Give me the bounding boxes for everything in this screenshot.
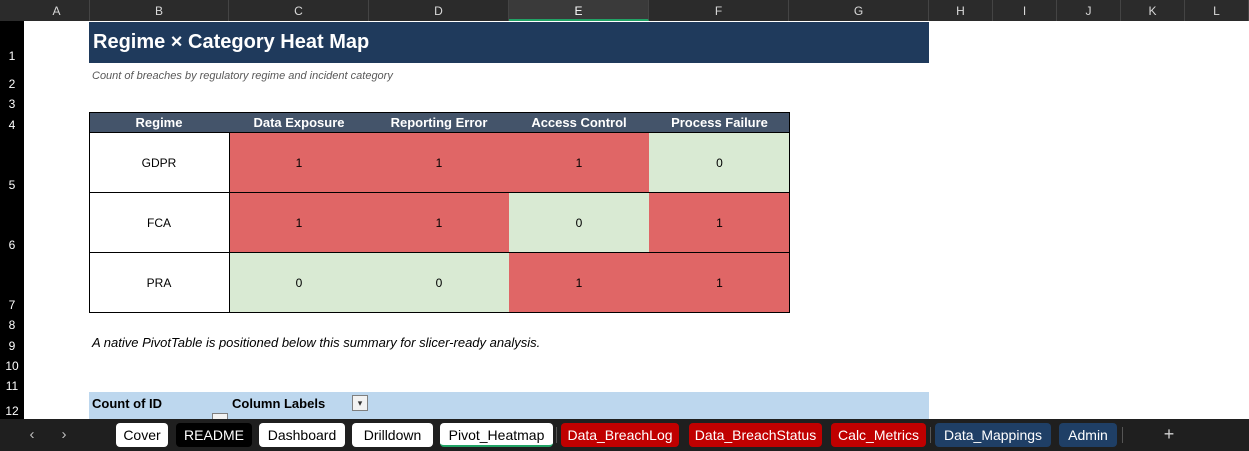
heatmap-cell[interactable]: 1 (509, 253, 649, 313)
tab-admin[interactable]: Admin (1059, 423, 1117, 447)
chevron-left-icon[interactable]: ‹ (22, 419, 42, 451)
row-header-12[interactable]: 12 (0, 394, 24, 419)
column-header-j[interactable]: J (1057, 0, 1121, 21)
tab-drilldown[interactable]: Drilldown (352, 423, 433, 447)
table-row-divider (89, 132, 790, 133)
pivot-value-label[interactable]: Count of ID (92, 396, 162, 411)
tab-data-breachlog[interactable]: Data_BreachLog (561, 423, 679, 447)
heatmap-cell[interactable]: 1 (509, 133, 649, 193)
row-header-5[interactable]: 5 (0, 133, 24, 193)
row-header-6[interactable]: 6 (0, 193, 24, 253)
column-header-c[interactable]: C (229, 0, 369, 21)
heatmap-cell[interactable]: 1 (229, 193, 369, 253)
column-header-k[interactable]: K (1121, 0, 1185, 21)
column-header-d[interactable]: D (369, 0, 509, 21)
tab-dashboard[interactable]: Dashboard (259, 423, 345, 447)
plus-icon[interactable]: + (1159, 419, 1179, 451)
row-header-1[interactable]: 1 (0, 21, 24, 64)
table-column-divider (229, 133, 230, 313)
heatmap-cell[interactable]: 1 (369, 133, 509, 193)
row-header-2[interactable]: 2 (0, 64, 24, 92)
tab-separator (930, 427, 931, 443)
chevron-right-icon[interactable]: › (54, 419, 74, 451)
heatmap-cell[interactable]: 1 (649, 193, 790, 253)
tab-data-mappings[interactable]: Data_Mappings (935, 423, 1051, 447)
heatmap-cell[interactable]: 0 (229, 253, 369, 313)
column-header-g[interactable]: G (789, 0, 929, 21)
column-header-a[interactable]: A (24, 0, 90, 21)
heatmap-cell[interactable]: 0 (369, 253, 509, 313)
heatmap-regime-pra[interactable]: PRA (89, 253, 229, 313)
heatmap-header-regime: Regime (89, 113, 229, 132)
heatmap-header-data-exposure: Data Exposure (229, 113, 369, 132)
heatmap-cell[interactable]: 0 (649, 133, 790, 193)
heatmap-regime-gdpr[interactable]: GDPR (89, 133, 229, 193)
select-all-corner[interactable] (0, 0, 24, 21)
heatmap-header-reporting-error: Reporting Error (369, 113, 509, 132)
tab-readme[interactable]: README (176, 423, 252, 447)
tab-separator (556, 427, 557, 443)
column-header-f[interactable]: F (649, 0, 789, 21)
row-header-7[interactable]: 7 (0, 253, 24, 313)
table-row-divider (89, 252, 790, 253)
heatmap-cell[interactable]: 0 (509, 193, 649, 253)
heatmap-cell[interactable]: 1 (649, 253, 790, 313)
dropdown-arrow-icon[interactable]: ▾ (352, 395, 368, 411)
tab-cover[interactable]: Cover (116, 423, 168, 447)
table-row-divider (89, 192, 790, 193)
row-header-9[interactable]: 9 (0, 333, 24, 354)
pivot-note: A native PivotTable is positioned below … (92, 335, 541, 350)
tab-data-breachstatus[interactable]: Data_BreachStatus (689, 423, 822, 447)
pivot-column-labels[interactable]: Column Labels (232, 396, 325, 411)
column-header-e[interactable]: E (509, 0, 649, 21)
column-header-i[interactable]: I (993, 0, 1057, 21)
heatmap-cell[interactable]: 1 (369, 193, 509, 253)
row-header-10[interactable]: 10 (0, 354, 24, 374)
column-header-h[interactable]: H (929, 0, 993, 21)
column-header-b[interactable]: B (90, 0, 229, 21)
heatmap-header-process-failure: Process Failure (649, 113, 790, 132)
sheet-title: Regime × Category Heat Map (89, 22, 929, 63)
heatmap-regime-fca[interactable]: FCA (89, 193, 229, 253)
tab-separator (1122, 427, 1123, 443)
row-header-8[interactable]: 8 (0, 313, 24, 333)
column-header-l[interactable]: L (1185, 0, 1249, 21)
row-header-3[interactable]: 3 (0, 92, 24, 112)
row-header-4[interactable]: 4 (0, 112, 24, 133)
tab-calc-metrics[interactable]: Calc_Metrics (831, 423, 926, 447)
tab-pivot-heatmap[interactable]: Pivot_Heatmap (440, 423, 553, 447)
sheet-subtitle: Count of breaches by regulatory regime a… (92, 70, 393, 82)
heatmap-cell[interactable]: 1 (229, 133, 369, 193)
heatmap-header-access-control: Access Control (509, 113, 649, 132)
row-header-11[interactable]: 11 (0, 374, 24, 394)
